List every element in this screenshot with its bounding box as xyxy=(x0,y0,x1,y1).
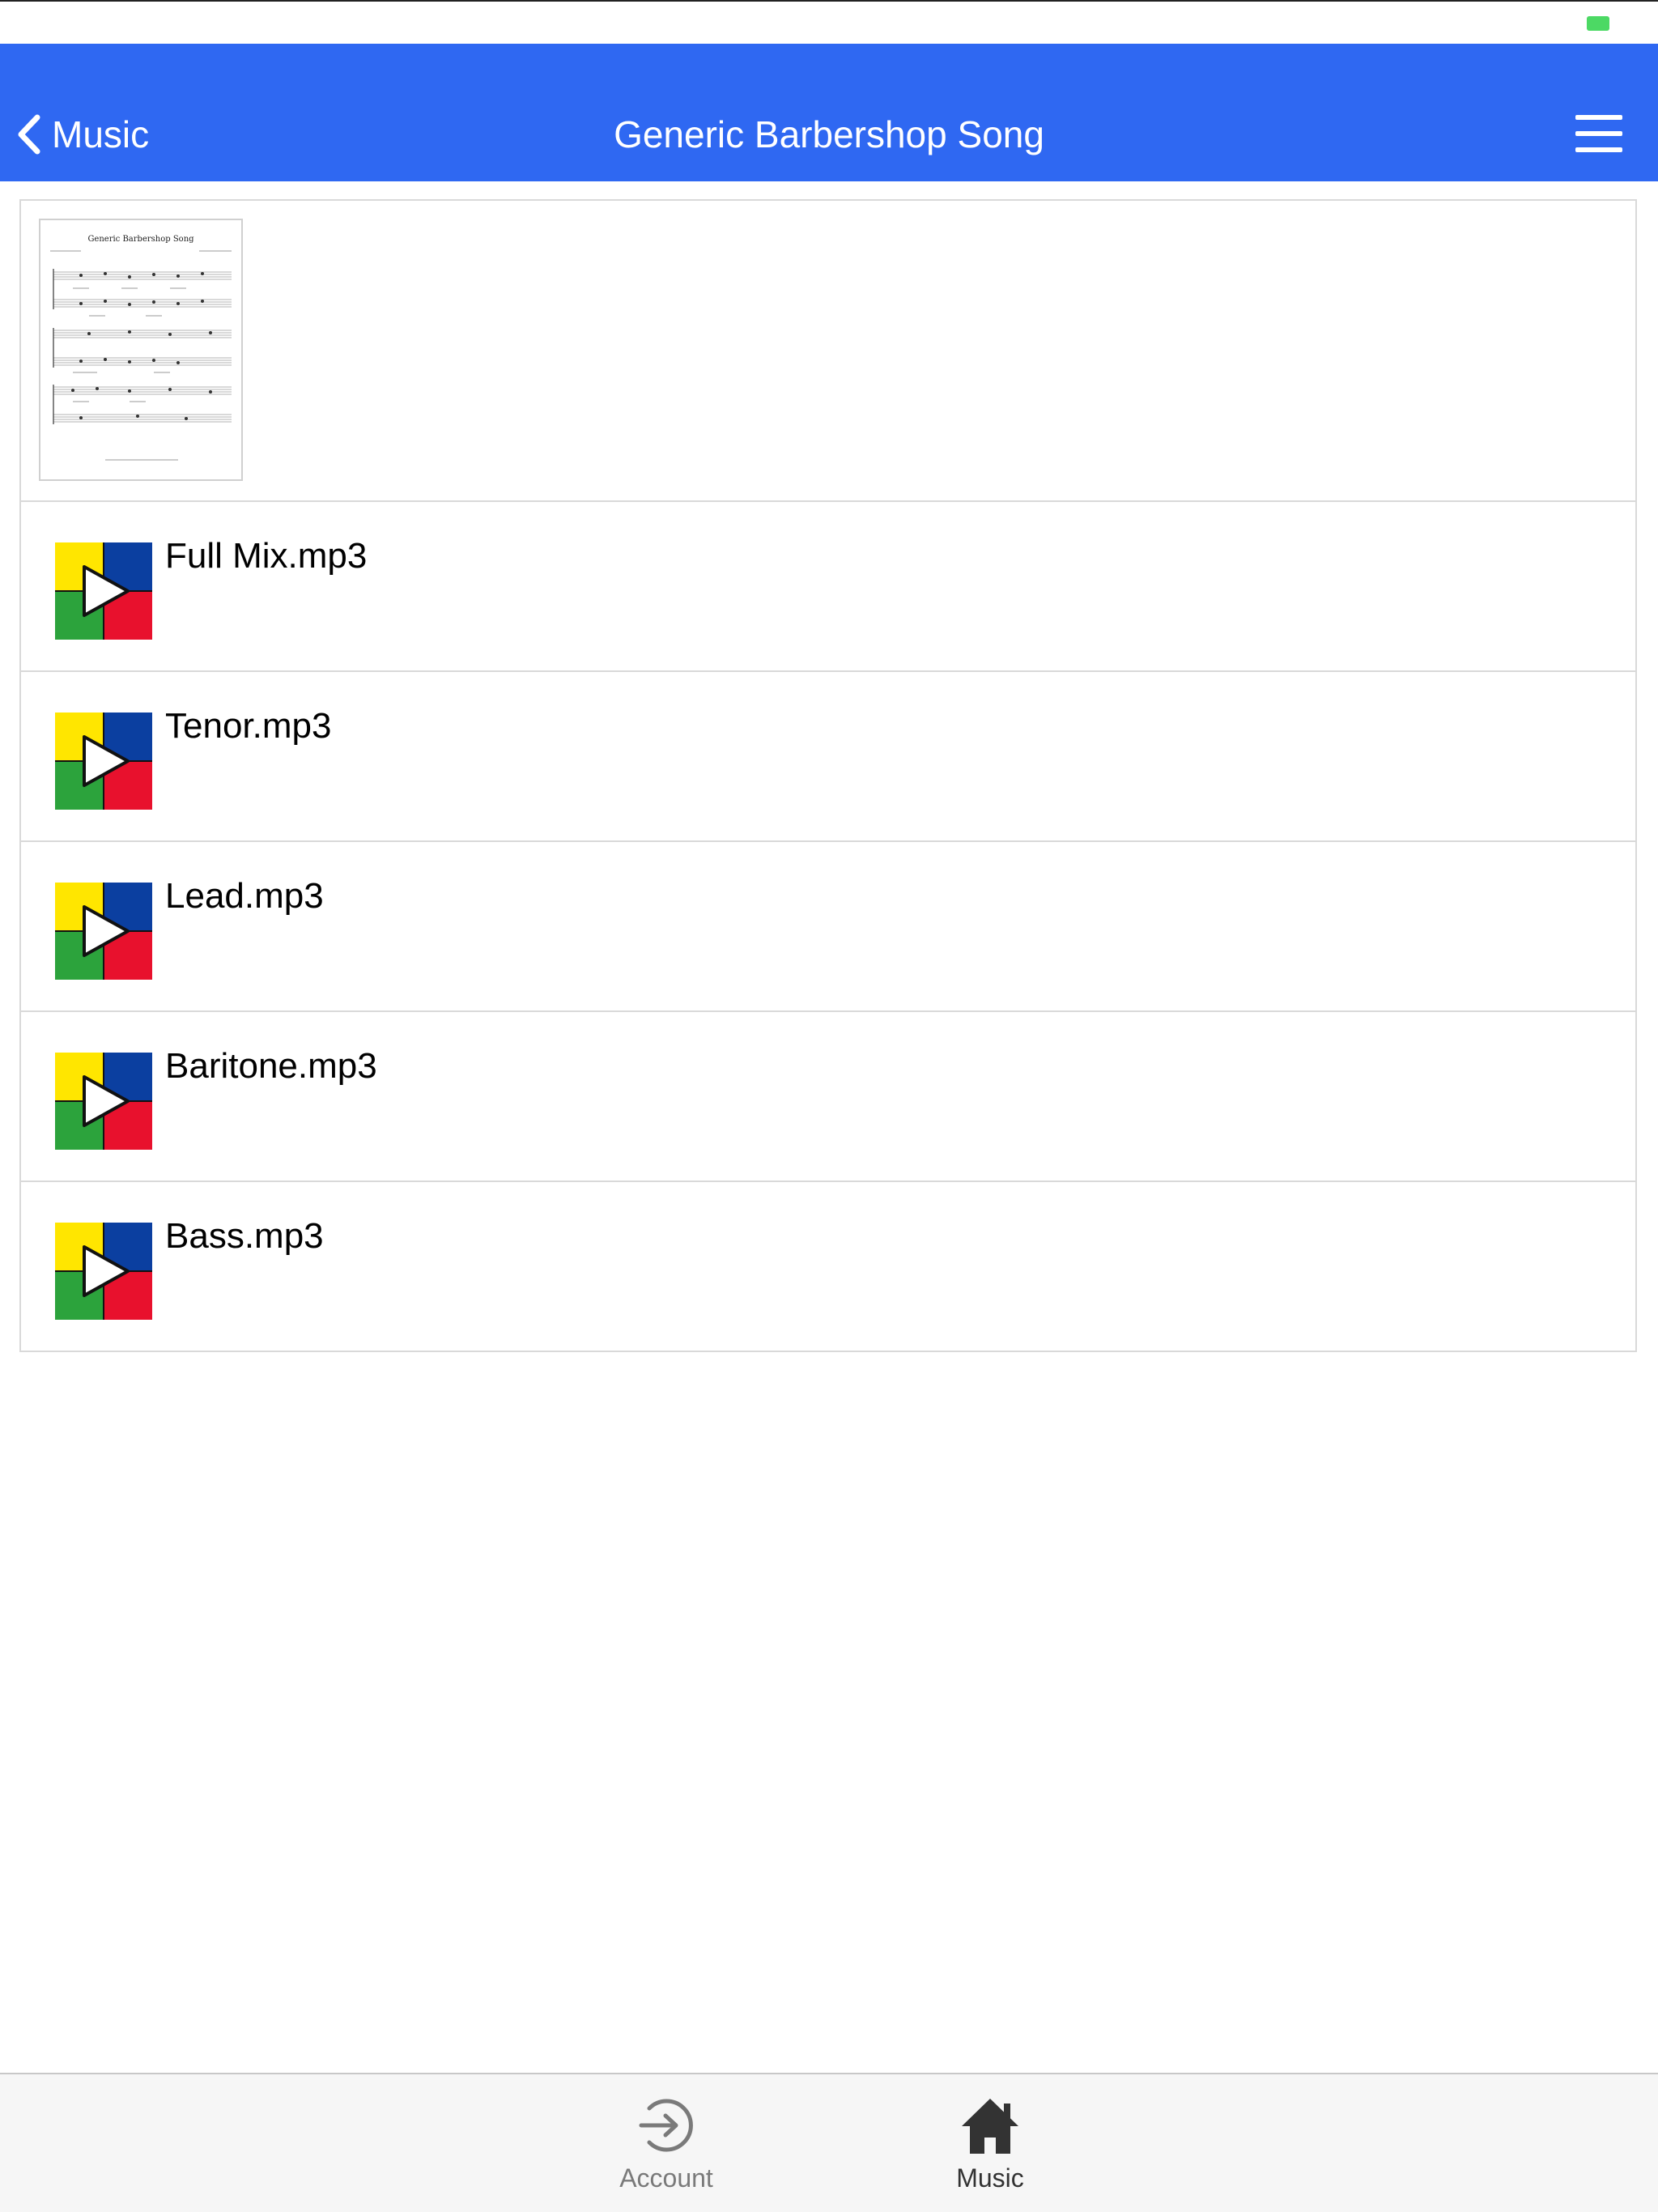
sign-in-icon xyxy=(639,2099,693,2152)
audio-play-icon xyxy=(55,1053,152,1150)
hamburger-icon-bar xyxy=(1575,147,1622,152)
menu-button[interactable] xyxy=(1575,113,1622,154)
track-row-tenor[interactable]: Tenor.mp3 xyxy=(21,672,1635,842)
track-name: Bass.mp3 xyxy=(165,1216,324,1256)
audio-play-icon xyxy=(55,713,152,810)
track-name: Full Mix.mp3 xyxy=(165,536,368,576)
back-button-label: Music xyxy=(52,113,150,155)
tab-account[interactable]: Account xyxy=(569,2092,763,2197)
hamburger-icon xyxy=(1575,115,1622,120)
file-list: Generic Barbershop Song Full Mix.mp3 Ten… xyxy=(19,199,1637,1352)
sheet-music-thumbnail[interactable]: Generic Barbershop Song xyxy=(39,219,243,481)
track-name: Lead.mp3 xyxy=(165,876,324,916)
thumbnail-title: Generic Barbershop Song xyxy=(87,235,194,244)
sheet-music-icon: Generic Barbershop Song xyxy=(50,235,232,461)
chevron-left-icon xyxy=(18,114,40,155)
navigation-bar xyxy=(0,44,1658,181)
track-row-full-mix[interactable]: Full Mix.mp3 xyxy=(21,502,1635,672)
track-row-lead[interactable]: Lead.mp3 xyxy=(21,842,1635,1012)
audio-play-icon xyxy=(55,883,152,980)
back-button[interactable]: Music xyxy=(15,105,149,164)
audio-play-icon xyxy=(55,542,152,640)
track-row-bass[interactable]: Bass.mp3 xyxy=(21,1182,1635,1351)
hamburger-icon-bar xyxy=(1575,131,1622,136)
tab-bar: Account Music xyxy=(0,2073,1658,2212)
track-name: Tenor.mp3 xyxy=(165,706,332,746)
tab-music[interactable]: Music xyxy=(893,2092,1087,2197)
battery-icon xyxy=(1587,16,1609,31)
home-icon xyxy=(962,2099,1018,2154)
track-row-baritone[interactable]: Baritone.mp3 xyxy=(21,1012,1635,1182)
tab-label: Account xyxy=(619,2163,713,2193)
status-bar xyxy=(0,0,1658,44)
tab-label: Music xyxy=(956,2163,1024,2193)
track-name: Baritone.mp3 xyxy=(165,1046,377,1086)
sheet-music-row[interactable]: Generic Barbershop Song xyxy=(21,201,1635,502)
audio-play-icon xyxy=(55,1223,152,1320)
